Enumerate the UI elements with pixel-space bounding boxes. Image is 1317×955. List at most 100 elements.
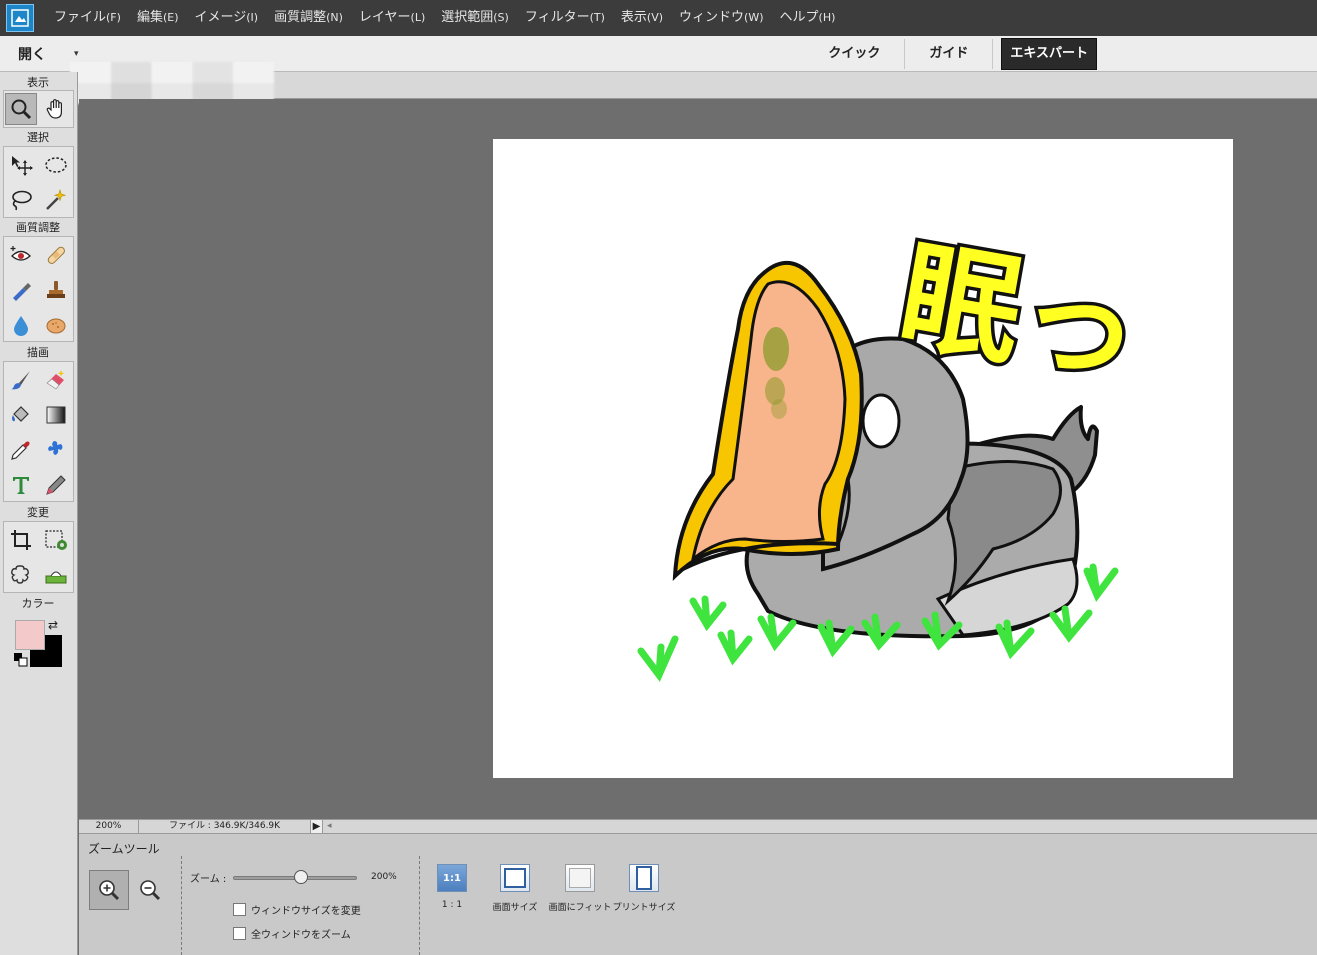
menu-view[interactable]: 表示(V): [613, 0, 671, 36]
status-bar: 200% ファイル : 346.9K/346.9K ▶ ◂: [79, 819, 1317, 834]
menu-image-accel: (I): [246, 11, 259, 24]
zoom-out-button[interactable]: [130, 870, 170, 910]
crop-tool[interactable]: [5, 524, 37, 556]
print-size-icon: [636, 866, 652, 890]
menu-file-label: ファイル: [54, 10, 107, 25]
status-menu-arrow-icon[interactable]: ▶: [311, 820, 323, 833]
lasso-icon: [12, 190, 32, 211]
default-colors-icon[interactable]: [14, 652, 28, 667]
toolbox: 表示 選択 画質調整 描画 変更 カラー ⇄: [0, 72, 78, 955]
fill-screen-button[interactable]: [565, 864, 595, 892]
eraser-tool[interactable]: [40, 364, 72, 396]
blur-tool[interactable]: [5, 309, 37, 341]
lasso-tool[interactable]: [5, 184, 37, 216]
pencil-icon: [46, 475, 66, 495]
magic-wand-tool[interactable]: [40, 184, 72, 216]
clone-stamp-tool[interactable]: [40, 274, 72, 306]
menu-layer-label: レイヤー: [358, 10, 411, 25]
hand-icon: [46, 99, 62, 119]
foreground-color-swatch[interactable]: [15, 620, 45, 650]
zoom-out-icon: [140, 880, 161, 901]
smart-brush-tool[interactable]: [5, 274, 37, 306]
open-button[interactable]: 開く: [18, 44, 46, 64]
app-logo-icon[interactable]: [6, 4, 34, 32]
menu-select-accel: (S): [493, 11, 509, 24]
zoom-label: ズーム :: [190, 874, 227, 885]
sponge-icon: [46, 318, 66, 334]
section-label-color: カラー: [21, 597, 55, 610]
straighten-level-icon: [45, 571, 67, 584]
resize-windows-checkbox[interactable]: [233, 903, 246, 916]
section-label-select: 選択: [27, 131, 49, 144]
menu-image[interactable]: イメージ(I): [187, 0, 267, 36]
zoom-slider-thumb[interactable]: [294, 870, 309, 884]
sponge-tool[interactable]: [40, 309, 72, 341]
tool-group-draw: [3, 361, 74, 502]
eraser-icon: [46, 370, 65, 390]
gradient-tool[interactable]: [40, 399, 72, 431]
zoom-in-icon: [99, 880, 120, 901]
menu-image-label: イメージ: [194, 10, 247, 25]
eyedropper-tool[interactable]: [5, 434, 37, 466]
recompose-tool[interactable]: [40, 524, 72, 556]
menu-enhance[interactable]: 画質調整(N): [266, 0, 351, 36]
type-t-icon: [13, 477, 29, 494]
hand-tool[interactable]: [40, 93, 72, 125]
tab-quick[interactable]: クイック: [804, 39, 906, 69]
marquee-tool[interactable]: [40, 149, 72, 181]
actual-pixels-button[interactable]: 1:1: [437, 864, 467, 892]
type-tool[interactable]: [5, 469, 37, 501]
canvas-area: 眠っ: [79, 99, 1317, 819]
menu-filter[interactable]: フィルター(T): [517, 0, 613, 36]
menu-help[interactable]: ヘルプ(H): [772, 0, 844, 36]
tool-group-modify: [3, 521, 74, 593]
magic-wand-icon: [46, 188, 67, 210]
actual-pixels-glyph: 1:1: [443, 872, 461, 884]
scroll-left-icon[interactable]: ◂: [327, 820, 332, 833]
open-dropdown-arrow-icon[interactable]: ▾: [74, 49, 79, 59]
fit-screen-button[interactable]: [500, 864, 530, 892]
status-zoom[interactable]: 200%: [79, 820, 139, 833]
crop-icon: [11, 530, 31, 550]
zoom-tool[interactable]: [5, 93, 37, 125]
menu-help-label: ヘルプ: [779, 10, 819, 25]
cookie-cutter-tool[interactable]: [5, 559, 37, 591]
tab-guided[interactable]: ガイド: [905, 39, 994, 69]
zoom-in-button[interactable]: [89, 870, 129, 910]
resize-windows-option[interactable]: ウィンドウサイズを変更: [233, 902, 361, 917]
menu-file[interactable]: ファイル(F): [46, 0, 129, 36]
menu-window[interactable]: ウィンドウ(W): [671, 0, 771, 36]
menu-filter-accel: (T): [589, 11, 605, 24]
paint-bucket-icon: [12, 406, 29, 422]
eye-icon: [10, 246, 31, 261]
eyedropper-icon: [11, 441, 30, 460]
menu-select[interactable]: 選択範囲(S): [433, 0, 517, 36]
print-size-button[interactable]: [629, 864, 659, 892]
paint-bucket-tool[interactable]: [5, 399, 37, 431]
menu-edit-label: 編集: [136, 10, 163, 25]
print-size-label: プリントサイズ: [612, 903, 676, 913]
tool-group-view: [3, 90, 74, 128]
menu-select-label: 選択範囲: [441, 10, 494, 25]
menu-layer[interactable]: レイヤー(L): [351, 0, 433, 36]
section-label-view: 表示: [27, 76, 49, 89]
custom-shape-tool[interactable]: [40, 434, 72, 466]
document-tab-blurred[interactable]: [70, 62, 274, 104]
spot-healing-tool[interactable]: [40, 239, 72, 271]
document-canvas[interactable]: 眠っ: [493, 139, 1233, 778]
zoom-all-option[interactable]: 全ウィンドウをズーム: [233, 926, 351, 941]
pencil-tool[interactable]: [40, 469, 72, 501]
brush-tool[interactable]: [5, 364, 37, 396]
zoom-all-checkbox[interactable]: [233, 927, 246, 940]
tab-expert[interactable]: エキスパート: [1001, 38, 1097, 70]
menu-edit[interactable]: 編集(E): [129, 0, 187, 36]
red-eye-tool[interactable]: [5, 239, 37, 271]
move-tool[interactable]: [5, 149, 37, 181]
shoebill-illustration: 眠っ: [637, 222, 1154, 682]
tool-group-select: [3, 146, 74, 218]
brush-icon: [11, 371, 30, 390]
menu-file-accel: (F): [106, 11, 121, 24]
menu-filter-label: フィルター: [524, 10, 590, 25]
swap-colors-icon[interactable]: ⇄: [48, 618, 58, 632]
straighten-tool[interactable]: [40, 559, 72, 591]
